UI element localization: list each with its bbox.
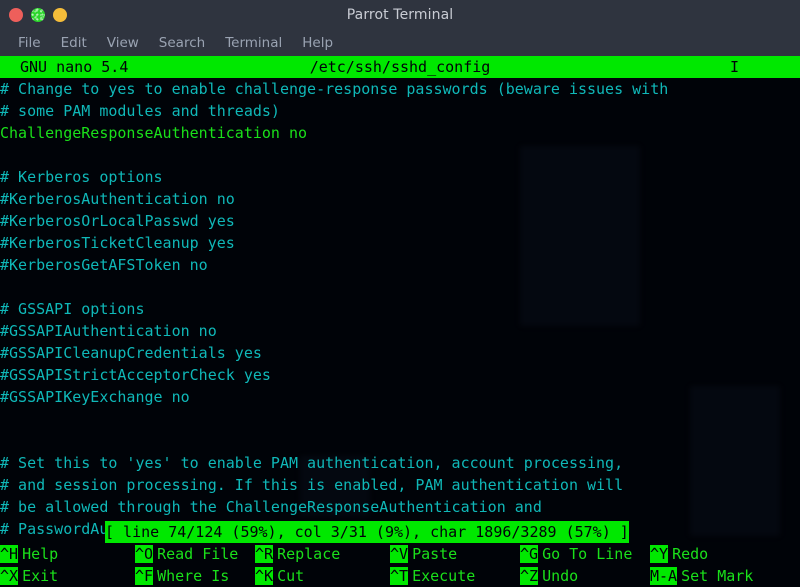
shortcut-label: Where Is	[153, 567, 229, 585]
buffer-line: #GSSAPIAuthentication no	[0, 320, 800, 342]
shortcut-label: Read File	[153, 545, 238, 563]
shortcut-label: Go To Line	[538, 545, 632, 563]
shortcut-key: ^X	[0, 567, 18, 585]
menu-item-search[interactable]: Search	[149, 33, 215, 53]
buffer-line: # Change to yes to enable challenge-resp…	[0, 78, 800, 100]
buffer-line: # Set this to 'yes' to enable PAM authen…	[0, 452, 800, 474]
buffer-line: # be allowed through the ChallengeRespon…	[0, 496, 800, 518]
terminal-body[interactable]: GNU nano 5.4 /etc/ssh/sshd_config I # Ch…	[0, 56, 800, 587]
menu-item-terminal[interactable]: Terminal	[215, 33, 292, 53]
buffer-line	[0, 276, 800, 298]
shortcut-where-is[interactable]: ^FWhere Is	[135, 565, 229, 587]
menu-bar: File Edit View Search Terminal Help	[0, 30, 800, 56]
shortcut-set-mark[interactable]: M-ASet Mark	[650, 565, 753, 587]
shortcut-key: ^Y	[650, 545, 668, 563]
shortcut-label: Execute	[408, 567, 475, 585]
buffer-line: #GSSAPICleanupCredentials yes	[0, 342, 800, 364]
maximize-button[interactable]	[53, 8, 67, 22]
shortcut-exit[interactable]: ^XExit	[0, 565, 58, 587]
shortcut-label: Help	[18, 545, 58, 563]
window-controls	[9, 0, 67, 30]
buffer-line: #GSSAPIKeyExchange no	[0, 386, 800, 408]
shortcut-go-to-line[interactable]: ^GGo To Line	[520, 543, 632, 565]
nano-text-buffer[interactable]: # Change to yes to enable challenge-resp…	[0, 78, 800, 587]
window-title: Parrot Terminal	[0, 7, 800, 23]
shortcut-key: ^V	[390, 545, 408, 563]
shortcut-key: ^R	[255, 545, 273, 563]
nano-status-line: [ line 74/124 (59%), col 3/31 (9%), char…	[0, 521, 800, 543]
shortcut-key: ^G	[520, 545, 538, 563]
buffer-line: #KerberosGetAFSToken no	[0, 254, 800, 276]
buffer-line: # Kerberos options	[0, 166, 800, 188]
shortcut-key: ^K	[255, 567, 273, 585]
shortcut-key: ^Z	[520, 567, 538, 585]
nano-header-bar: GNU nano 5.4 /etc/ssh/sshd_config I	[0, 56, 800, 78]
nano-shortcut-row-2: ^XExit ^FWhere Is ^KCut ^TExecute ^ZUndo M-AS…	[0, 565, 800, 587]
nano-shortcut-bar: ^HHelp ^ORead File ^RReplace ^VPaste ^GGo To…	[0, 543, 800, 587]
shortcut-read-file[interactable]: ^ORead File	[135, 543, 238, 565]
shortcut-undo[interactable]: ^ZUndo	[520, 565, 578, 587]
buffer-line: # some PAM modules and threads)	[0, 100, 800, 122]
shortcut-label: Cut	[273, 567, 304, 585]
shortcut-execute[interactable]: ^TExecute	[390, 565, 475, 587]
menu-item-edit[interactable]: Edit	[51, 33, 97, 53]
buffer-line: #KerberosOrLocalPasswd yes	[0, 210, 800, 232]
buffer-line: #KerberosAuthentication no	[0, 188, 800, 210]
shortcut-label: Paste	[408, 545, 457, 563]
shortcut-label: Redo	[668, 545, 708, 563]
close-button[interactable]	[9, 8, 23, 22]
window-titlebar: Parrot Terminal	[0, 0, 800, 30]
menu-item-file[interactable]: File	[8, 33, 51, 53]
shortcut-label: Undo	[538, 567, 578, 585]
buffer-line: #GSSAPIStrictAcceptorCheck yes	[0, 364, 800, 386]
shortcut-replace[interactable]: ^RReplace	[255, 543, 340, 565]
buffer-line: #KerberosTicketCleanup yes	[0, 232, 800, 254]
shortcut-label: Replace	[273, 545, 340, 563]
shortcut-label: Set Mark	[677, 567, 753, 585]
nano-modified-flag: I	[730, 56, 739, 78]
shortcut-key: ^O	[135, 545, 153, 563]
shortcut-key: ^H	[0, 545, 18, 563]
buffer-line	[0, 144, 800, 166]
nano-status-text: [ line 74/124 (59%), col 3/31 (9%), char…	[105, 521, 629, 543]
buffer-line	[0, 408, 800, 430]
shortcut-label: Exit	[18, 567, 58, 585]
menu-item-help[interactable]: Help	[292, 33, 343, 53]
shortcut-key: ^T	[390, 567, 408, 585]
terminal-window: Parrot Terminal File Edit View Search Te…	[0, 0, 800, 587]
buffer-line: ChallengeResponseAuthentication no	[0, 122, 800, 144]
shortcut-paste[interactable]: ^VPaste	[390, 543, 457, 565]
shortcut-redo[interactable]: ^YRedo	[650, 543, 708, 565]
shortcut-key: ^F	[135, 567, 153, 585]
buffer-line: # and session processing. If this is ena…	[0, 474, 800, 496]
shortcut-key: M-A	[650, 567, 677, 585]
minimize-button[interactable]	[31, 8, 45, 22]
menu-item-view[interactable]: View	[97, 33, 149, 53]
buffer-line	[0, 430, 800, 452]
nano-filename: /etc/ssh/sshd_config	[0, 56, 800, 78]
shortcut-cut[interactable]: ^KCut	[255, 565, 304, 587]
shortcut-help[interactable]: ^HHelp	[0, 543, 58, 565]
buffer-line: # GSSAPI options	[0, 298, 800, 320]
nano-shortcut-row-1: ^HHelp ^ORead File ^RReplace ^VPaste ^GGo To…	[0, 543, 800, 565]
